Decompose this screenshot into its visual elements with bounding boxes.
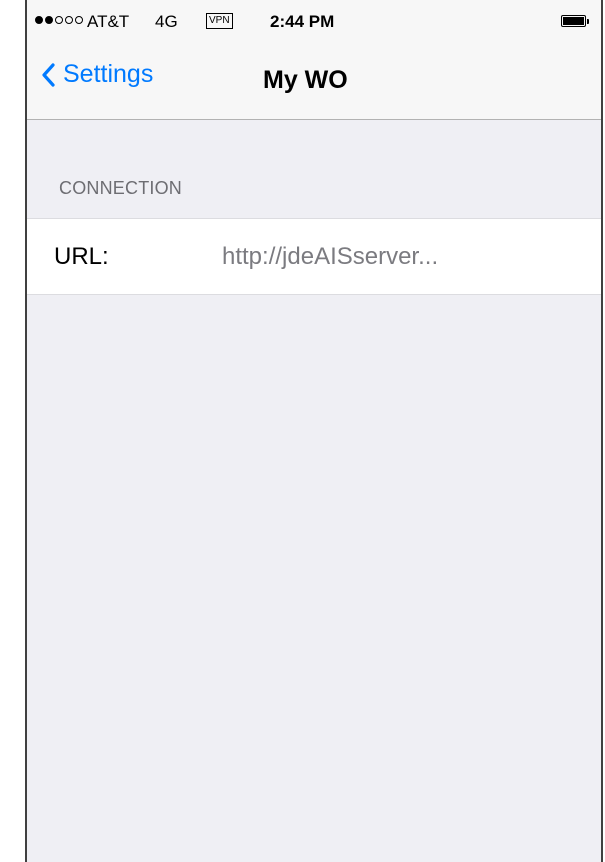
- vpn-badge: VPN: [206, 13, 233, 29]
- back-button-label: Settings: [63, 60, 154, 88]
- chevron-left-icon: [42, 62, 55, 87]
- battery-level: [563, 17, 584, 25]
- page-title: My WO: [263, 66, 348, 94]
- url-label: URL:: [54, 243, 109, 270]
- status-bar: AT&T 4G VPN 2:44 PM: [27, 0, 601, 46]
- battery-tip: [587, 19, 589, 24]
- signal-dot: [55, 16, 63, 24]
- url-value[interactable]: http://jdeAISserver...: [222, 243, 438, 271]
- signal-dot: [35, 16, 43, 24]
- signal-dot: [75, 16, 83, 24]
- phone-screen: AT&T 4G VPN 2:44 PM Settings My WO CONNE…: [25, 0, 603, 862]
- navigation-bar: Settings My WO: [27, 46, 601, 120]
- section-header-connection: CONNECTION: [59, 178, 182, 198]
- status-time: 2:44 PM: [270, 12, 335, 31]
- signal-dot: [65, 16, 73, 24]
- url-cell[interactable]: URL: http://jdeAISserver...: [27, 218, 601, 295]
- back-button[interactable]: Settings: [41, 60, 153, 89]
- network-type: 4G: [155, 12, 178, 31]
- signal-dot: [45, 16, 53, 24]
- battery-icon: [561, 15, 589, 27]
- carrier-name: AT&T: [87, 12, 130, 31]
- signal-strength-icon: [35, 16, 83, 24]
